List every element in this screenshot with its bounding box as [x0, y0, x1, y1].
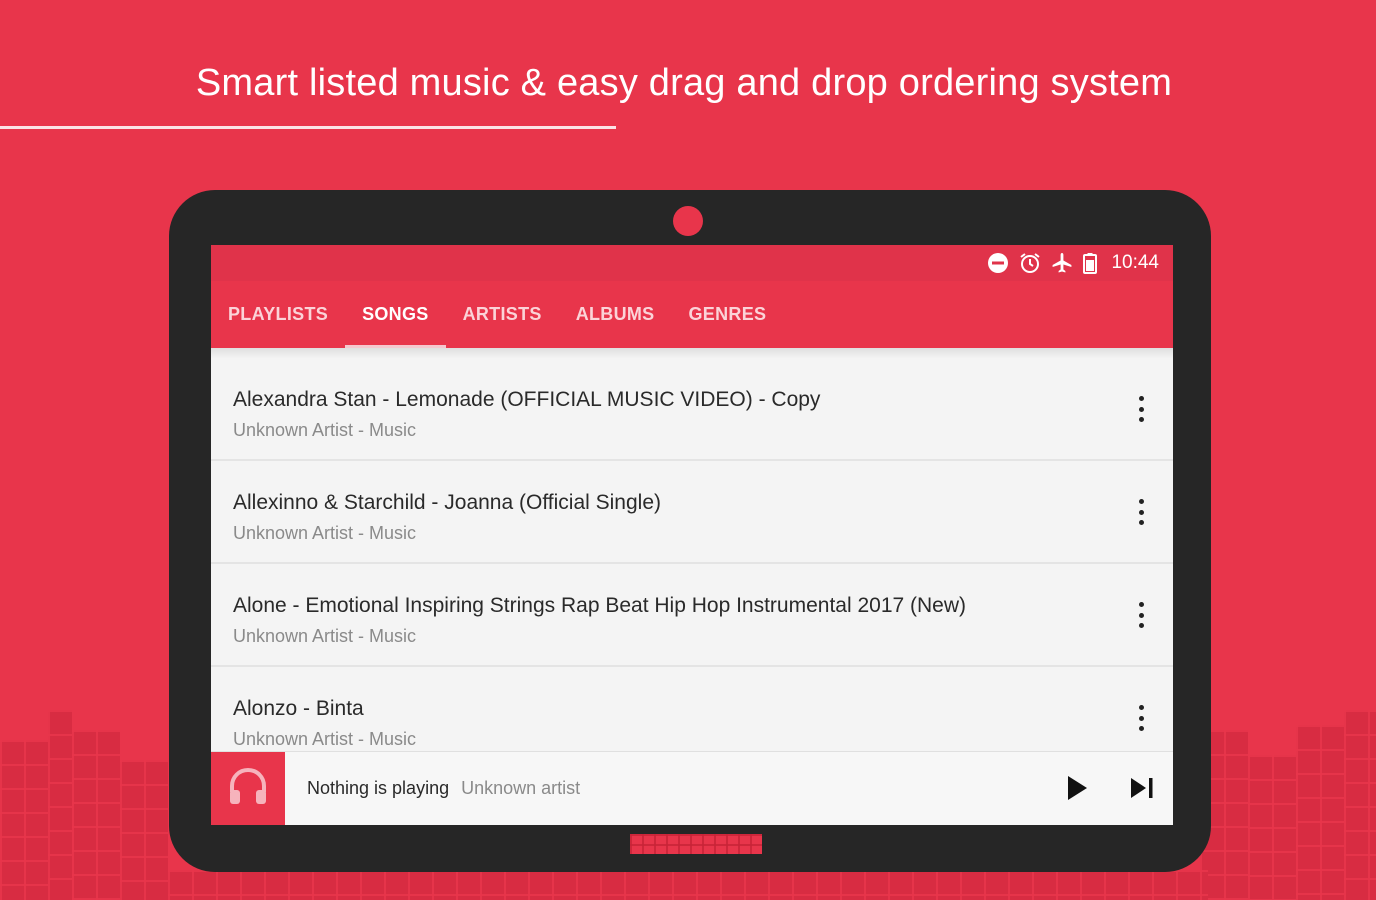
list-item[interactable]: Alexandra Stan - Lemonade (OFFICIAL MUSI… — [211, 358, 1173, 461]
do-not-disturb-icon — [987, 252, 1009, 274]
status-time: 10:44 — [1111, 252, 1159, 273]
tab-bar: PLAYLISTS SONGS ARTISTS ALBUMS GENRES — [211, 281, 1173, 348]
more-options-icon[interactable] — [1133, 394, 1149, 424]
alarm-icon — [1019, 252, 1041, 274]
list-item[interactable]: Alone - Emotional Inspiring Strings Rap … — [211, 564, 1173, 667]
tablet-camera — [673, 206, 703, 236]
more-options-icon[interactable] — [1133, 497, 1149, 527]
player-artwork[interactable] — [211, 751, 285, 825]
list-item[interactable]: Allexinno & Starchild - Joanna (Official… — [211, 461, 1173, 564]
song-list: Alexandra Stan - Lemonade (OFFICIAL MUSI… — [211, 358, 1173, 770]
now-playing-title: Nothing is playing — [307, 778, 450, 798]
song-title: Alonzo - Binta — [233, 697, 364, 720]
song-title: Alexandra Stan - Lemonade (OFFICIAL MUSI… — [233, 388, 821, 411]
tab-playlists[interactable]: PLAYLISTS — [228, 281, 328, 348]
more-options-icon[interactable] — [1133, 600, 1149, 630]
tab-bar-shadow — [211, 348, 1173, 358]
tab-genres[interactable]: GENRES — [688, 281, 766, 348]
song-title: Alone - Emotional Inspiring Strings Rap … — [233, 594, 967, 617]
skip-next-icon[interactable] — [1129, 775, 1155, 806]
status-bar: 10:44 — [211, 245, 1173, 281]
more-options-icon[interactable] — [1133, 703, 1149, 733]
tablet-home-button — [630, 834, 762, 854]
song-subtitle: Unknown Artist - Music — [233, 729, 417, 749]
tab-albums[interactable]: ALBUMS — [576, 281, 655, 348]
battery-icon — [1083, 252, 1098, 274]
song-subtitle: Unknown Artist - Music — [233, 420, 417, 440]
song-subtitle: Unknown Artist - Music — [233, 523, 417, 543]
headphones-icon — [227, 766, 269, 811]
tablet-frame: 10:44 PLAYLISTS SONGS ARTISTS ALBUMS GEN… — [169, 190, 1211, 872]
headline-underline — [0, 126, 616, 129]
headline: Smart listed music & easy drag and drop … — [0, 62, 1376, 105]
mini-player[interactable]: Nothing is playing Unknown artist — [211, 751, 1173, 825]
song-subtitle: Unknown Artist - Music — [233, 626, 417, 646]
now-playing-artist: Unknown artist — [461, 778, 581, 798]
headline-text: Smart listed music & easy drag and drop … — [195, 62, 1173, 104]
play-icon[interactable] — [1065, 774, 1089, 807]
song-title: Allexinno & Starchild - Joanna (Official… — [233, 491, 661, 514]
app-screen: 10:44 PLAYLISTS SONGS ARTISTS ALBUMS GEN… — [211, 245, 1173, 825]
tab-artists[interactable]: ARTISTS — [463, 281, 542, 348]
airplane-mode-icon — [1051, 252, 1073, 274]
tab-songs[interactable]: SONGS — [345, 281, 445, 348]
